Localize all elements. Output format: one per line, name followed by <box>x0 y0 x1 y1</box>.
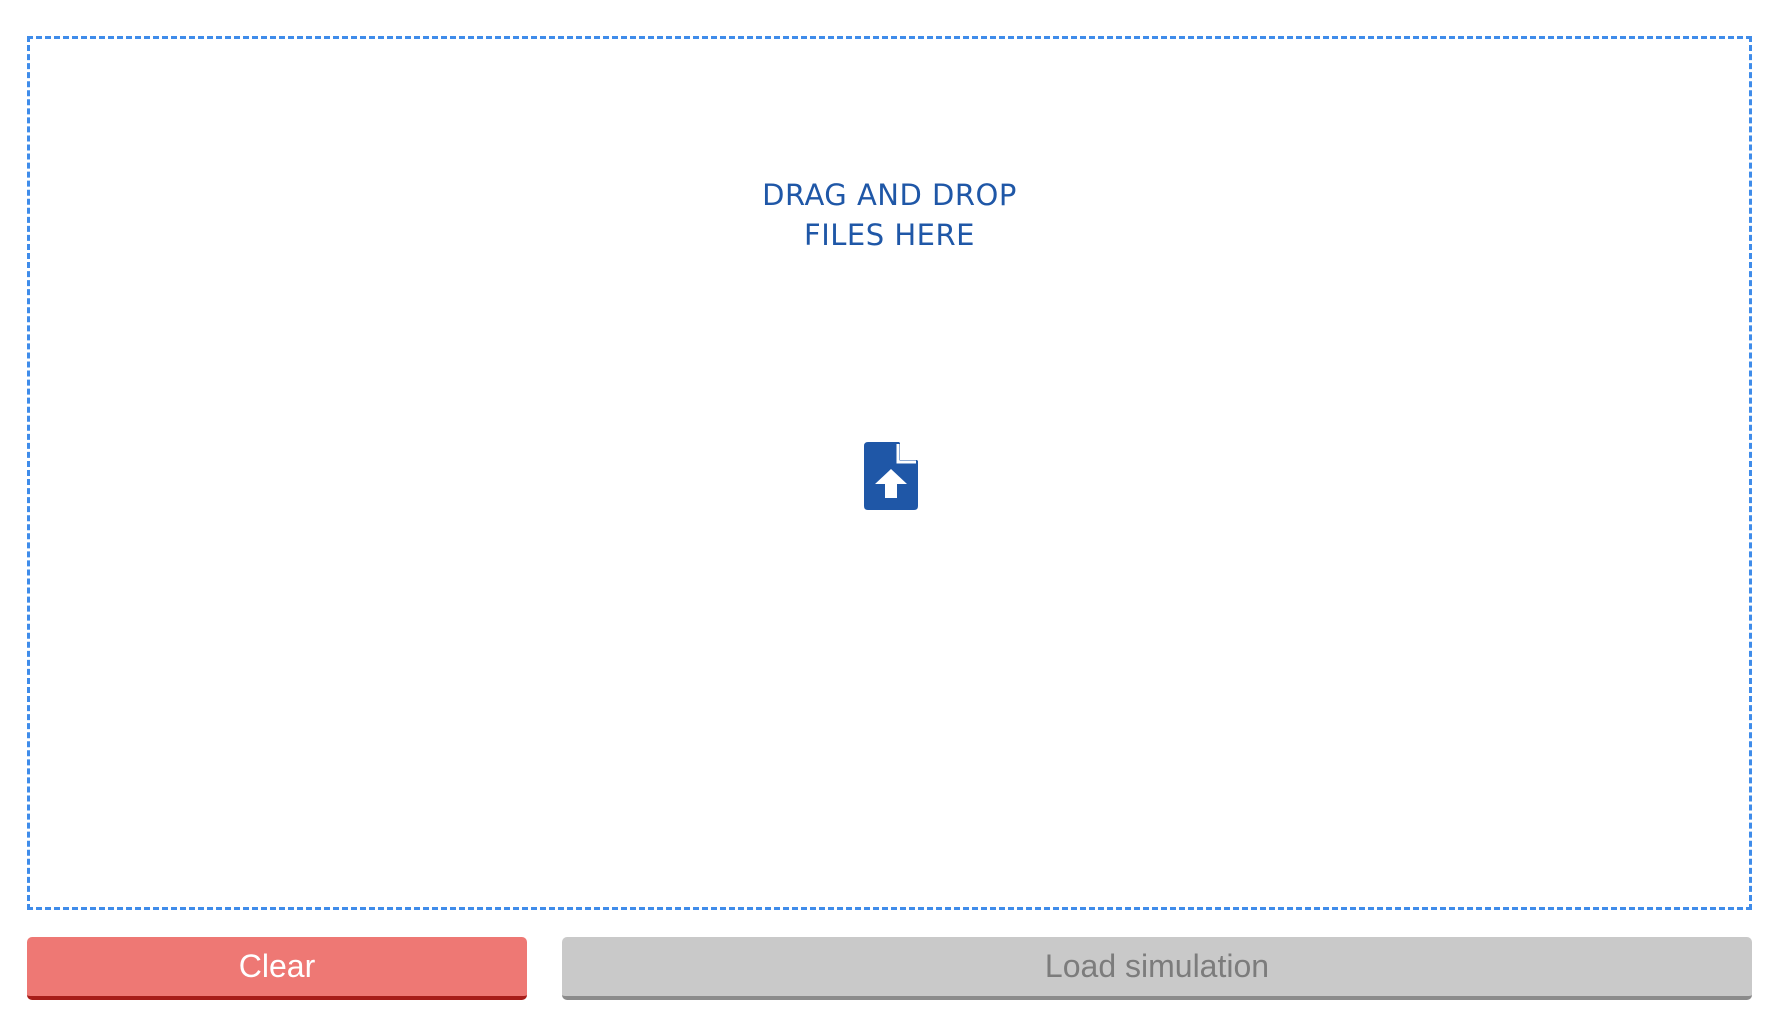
file-dropzone[interactable]: DRAG AND DROP FILES HERE <box>27 36 1752 910</box>
dropzone-title-line-1: DRAG AND DROP <box>762 178 1017 212</box>
clear-button[interactable]: Clear <box>27 937 527 1000</box>
file-upload-icon <box>864 442 918 510</box>
load-simulation-button[interactable]: Load simulation <box>562 937 1752 1000</box>
dropzone-title-line-2: FILES HERE <box>804 218 975 252</box>
dropzone-title: DRAG AND DROP FILES HERE <box>30 175 1749 255</box>
